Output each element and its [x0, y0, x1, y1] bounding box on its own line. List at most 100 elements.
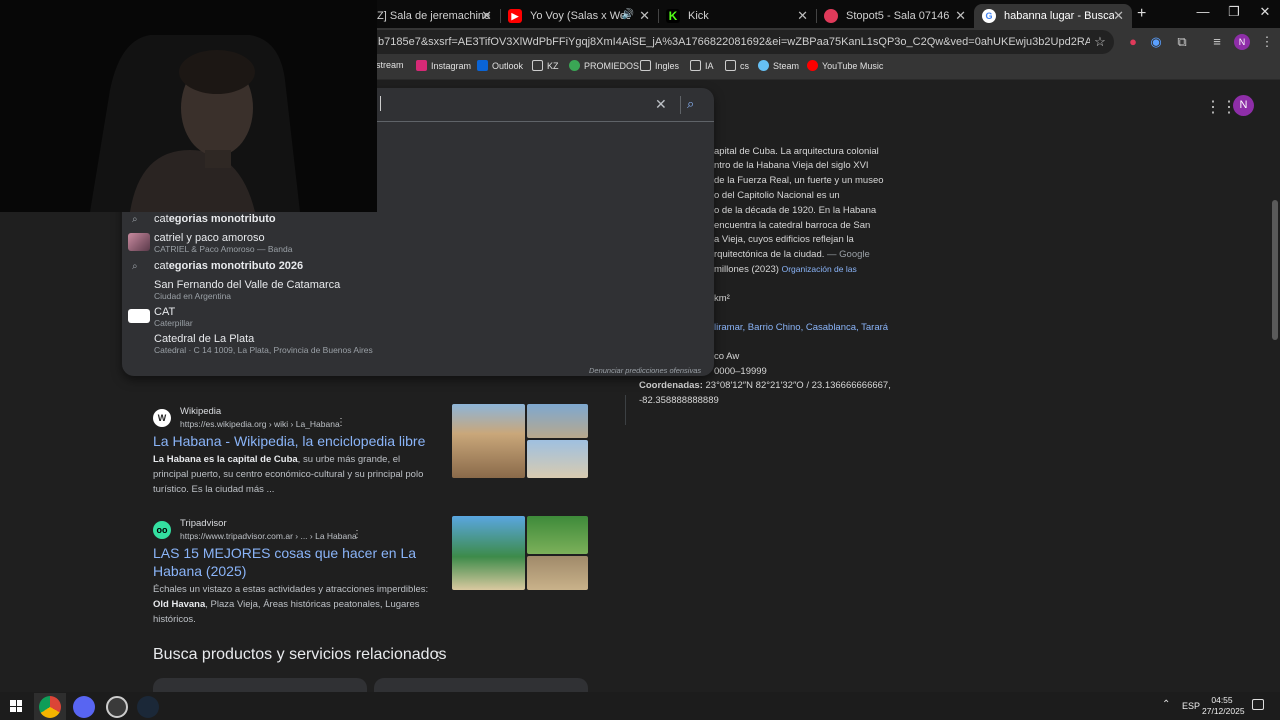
tray-chevron-icon[interactable]: ⌃ — [1162, 699, 1170, 710]
report-predictions-link[interactable]: Denunciar predicciones ofensivas — [589, 366, 701, 375]
bookmark-cs[interactable]: cs — [725, 60, 749, 71]
suggestion-item[interactable]: Catedral de La Plata Catedral · C 14 1009… — [154, 333, 373, 355]
result-url[interactable]: https://www.tripadvisor.com.ar › ... › L… — [180, 531, 357, 541]
related-card[interactable] — [374, 678, 588, 692]
result-image[interactable] — [527, 404, 588, 438]
suggestion-item[interactable]: San Fernando del Valle de Catamarca Ciuda… — [154, 279, 340, 301]
url-text[interactable]: b7185e7&sxsrf=AE3TifOV3XlWdPbFFiYgqj8XmI… — [378, 36, 1090, 48]
related-menu-icon[interactable]: ⋮ — [432, 649, 444, 663]
bookmark-steam[interactable]: Steam — [758, 60, 799, 71]
media-control-icon[interactable]: ≡ — [1208, 33, 1226, 51]
suggestion-item[interactable]: catriel y paco amoroso CATRIEL & Paco Amo… — [154, 232, 292, 254]
close-icon[interactable]: ✕ — [639, 8, 650, 24]
tab-title: habanna lugar - Buscar con Go — [1004, 10, 1114, 22]
google-icon: G — [982, 9, 996, 23]
window-close-icon[interactable]: ✕ — [1250, 4, 1280, 24]
suggestion-item[interactable]: categorias monotributo 2026 — [154, 260, 303, 272]
close-icon[interactable]: ✕ — [1113, 8, 1124, 24]
tab-title: Kick — [688, 10, 709, 22]
extension-record-icon[interactable]: ● — [1124, 33, 1142, 51]
bookmark-youtube-music[interactable]: YouTube Music — [807, 60, 883, 71]
result-site-name: Wikipedia — [180, 406, 222, 417]
wikipedia-icon: W — [153, 409, 171, 427]
result-image[interactable] — [452, 516, 525, 590]
obs-icon[interactable] — [106, 696, 128, 718]
menu-kebab-icon[interactable]: ⋮ — [1258, 33, 1276, 51]
result-image[interactable] — [452, 404, 525, 478]
kp-timezone: co Aw — [714, 351, 740, 362]
extension-audio-icon[interactable]: ◉ — [1147, 33, 1165, 51]
bookmark-stream[interactable]: stream — [376, 60, 404, 70]
language-indicator[interactable]: ESP — [1182, 701, 1200, 711]
bookmark-kz[interactable]: KZ — [532, 60, 559, 71]
kp-desc-line: o de la década de 1920. En la Habana — [714, 205, 877, 216]
result-menu-icon[interactable]: ⋮ — [336, 417, 346, 428]
bookmark-promiedos[interactable]: PROMIEDOS — [569, 60, 639, 71]
result-image[interactable] — [527, 440, 588, 478]
bookmark-ia[interactable]: IA — [690, 60, 714, 71]
google-account-avatar[interactable]: N — [1233, 95, 1254, 116]
result-snippet: La Habana es la capital de Cuba, su urbe… — [153, 454, 424, 495]
result-url[interactable]: https://es.wikipedia.org › wiki › La_Hab… — [180, 419, 340, 429]
folder-icon — [725, 60, 736, 71]
kp-desc-line: rquitectónica de la ciudad. — Google — [714, 249, 870, 260]
speaker-icon[interactable]: 🔊 — [622, 9, 634, 20]
clear-search-icon[interactable]: ✕ — [655, 96, 667, 113]
steam-taskbar-icon[interactable] — [137, 696, 159, 718]
result-image[interactable] — [527, 556, 588, 590]
close-icon[interactable]: ✕ — [797, 8, 808, 24]
puzzle-icon[interactable]: ⧉ — [1173, 33, 1191, 51]
chrome-icon[interactable] — [39, 696, 61, 718]
star-icon[interactable]: ☆ — [1091, 33, 1109, 51]
suggestion-item[interactable]: categorias monotributo — [154, 213, 276, 225]
kp-desc-line: ntro de la Habana Vieja del siglo XVI — [714, 160, 869, 171]
text-cursor — [380, 96, 381, 111]
result-image[interactable] — [527, 516, 588, 554]
search-icon[interactable]: ⌕ — [687, 96, 694, 112]
kp-desc-line: a Vieja, cuyos edificios reflejan la — [714, 234, 854, 245]
close-icon[interactable]: ✕ — [481, 8, 492, 24]
steam-icon — [758, 60, 769, 71]
kp-postal: 0000–19999 — [714, 366, 767, 377]
minimize-icon[interactable]: — — [1188, 4, 1218, 24]
new-tab-button[interactable]: + — [1137, 5, 1146, 23]
tab-yo-voy[interactable]: ▶ Yo Voy (Salas x West Dubai) 🔊 ✕ — [500, 4, 658, 28]
kp-coords-2: -82.358888888889 — [639, 395, 719, 406]
scrollbar-thumb[interactable] — [1272, 200, 1278, 340]
close-icon[interactable]: ✕ — [955, 8, 966, 24]
clock[interactable]: 04:55 27/12/2025 — [1202, 695, 1245, 717]
profile-avatar[interactable]: N — [1234, 34, 1250, 50]
search-icon: ⌕ — [132, 261, 138, 272]
kp-neighborhoods[interactable]: liramar, Barrio Chino, Casablanca, Tarar… — [714, 322, 888, 333]
kp-desc-line: encuentra la catedral barroca de San — [714, 220, 871, 231]
notification-icon[interactable] — [1252, 699, 1264, 710]
tripadvisor-icon: oo — [153, 521, 171, 539]
webcam-overlay — [0, 0, 377, 212]
outlook-icon — [477, 60, 488, 71]
windows-start-icon[interactable] — [10, 700, 22, 712]
youtube-music-icon — [807, 60, 818, 71]
scrollbar[interactable] — [1270, 81, 1280, 692]
restore-icon[interactable]: ❐ — [1219, 4, 1249, 24]
result-title[interactable]: Habana (2025) — [153, 563, 246, 579]
bookmark-instagram[interactable]: Instagram — [416, 60, 471, 71]
result-menu-icon[interactable]: ⋮ — [352, 529, 362, 540]
tab-kick[interactable]: K Kick ✕ — [658, 4, 816, 28]
related-card[interactable] — [153, 678, 367, 692]
kp-population: millones (2023) Organización de las — [714, 264, 857, 275]
discord-icon[interactable] — [73, 696, 95, 718]
result-title[interactable]: La Habana - Wikipedia, la enciclopedia l… — [153, 433, 425, 449]
youtube-icon: ▶ — [508, 9, 522, 23]
kp-area: km² — [714, 293, 730, 304]
kick-icon: K — [666, 9, 680, 23]
kp-desc-line: de la Fuerza Real, un fuerte y un museo — [714, 175, 884, 186]
suggestion-item[interactable]: CAT Caterpillar — [154, 306, 193, 328]
suggestion-thumbnail — [128, 233, 150, 251]
tab-stopots[interactable]: Stopot5 - Sala 07146 ✕ — [816, 4, 974, 28]
tab-habanna-lugar[interactable]: G habanna lugar - Buscar con Go ✕ — [974, 4, 1132, 28]
bookmark-ingles[interactable]: Ingles — [640, 60, 679, 71]
result-title[interactable]: LAS 15 MEJORES cosas que hacer en La — [153, 545, 416, 561]
bookmark-outlook[interactable]: Outlook — [477, 60, 523, 71]
tab-sala-jeremachine[interactable]: [Z] Sala de jeremachine ✕ — [366, 4, 500, 28]
kp-coords: Coordenadas: 23°08′12″N 82°21′32″O / 23.… — [639, 380, 891, 391]
